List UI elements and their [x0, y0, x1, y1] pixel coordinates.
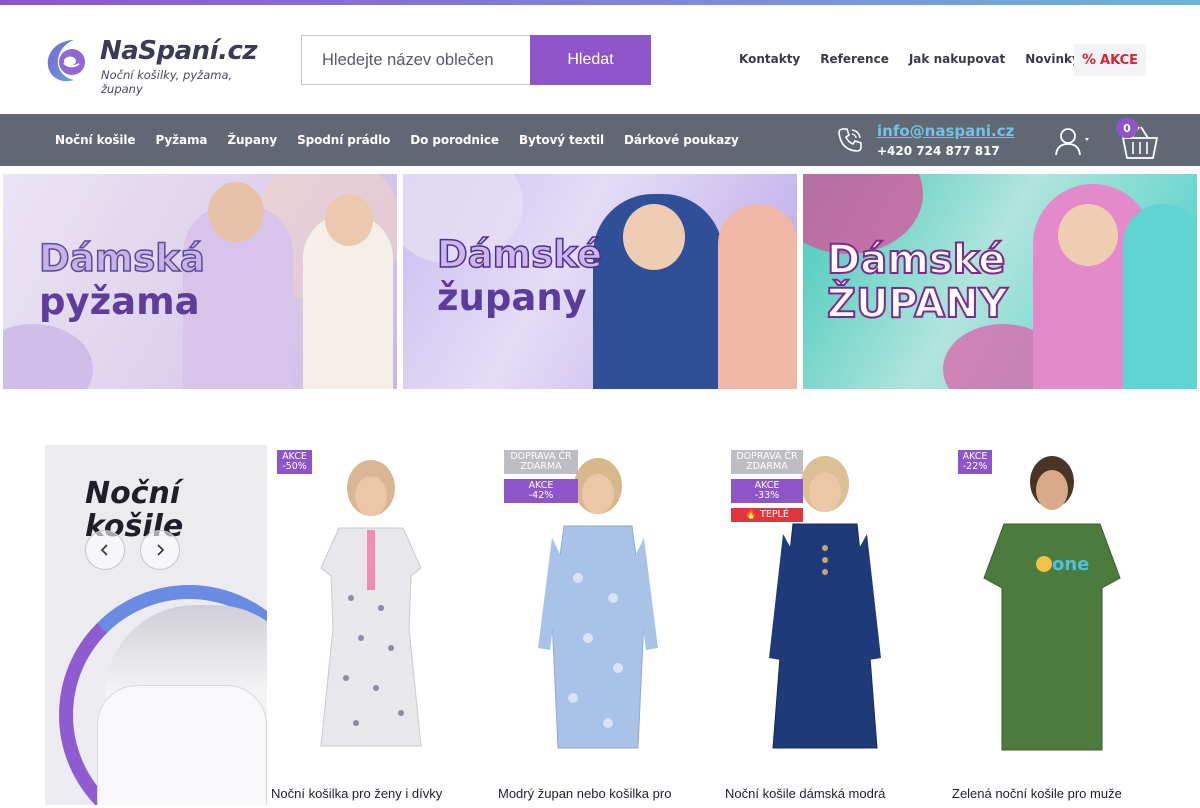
flame-icon: 🔥: [745, 509, 757, 520]
main-navbar: Noční košile Pyžama Župany Spodní prádlo…: [0, 114, 1200, 166]
badge-akce: AKCE -22%: [958, 450, 992, 474]
banner-damske-zupany-2[interactable]: Dámské ŽUPANY: [803, 174, 1197, 389]
banner-title: Dámská pyžama: [38, 237, 205, 323]
badge-doprava-zdarma-label: ZDARMA: [746, 461, 788, 472]
nav-item-nocni-kosile[interactable]: Noční košile: [55, 133, 136, 147]
link-jak-nakupovat[interactable]: Jak nakupovat: [909, 52, 1005, 66]
category-promo-nocni-kosile[interactable]: Noční košile: [45, 445, 267, 805]
badge-akce: AKCE -50%: [277, 450, 312, 474]
link-reference[interactable]: Reference: [820, 52, 889, 66]
cart-count-badge: 0: [1116, 118, 1138, 138]
product-card[interactable]: DOPRAVA ČR ZDARMA AKCE -42% Modrý župan …: [498, 448, 698, 808]
product-name[interactable]: Noční košile dámská modrá: [725, 786, 945, 801]
banner-damske-zupany[interactable]: Dámské župany: [403, 174, 797, 389]
badge-akce-discount: -33%: [754, 490, 780, 501]
product-card[interactable]: AKCE -50% Noční košilka pro ženy i dívky: [271, 448, 471, 808]
banner-title-line2: pyžama: [39, 280, 200, 323]
carousel-next-button[interactable]: [140, 530, 180, 570]
banner-title: Dámské ŽUPANY: [826, 237, 1009, 327]
nav-item-darkove-poukazy[interactable]: Dárkové poukazy: [624, 133, 739, 147]
nav-item-bytovy-textil[interactable]: Bytový textil: [519, 133, 604, 147]
logo[interactable]: NaSpaní.cz Noční košilky, pyžama, župany: [44, 34, 274, 96]
nav-item-do-porodnice[interactable]: Do porodnice: [410, 133, 499, 147]
top-gradient-strip: [0, 0, 1200, 5]
product-image: [271, 448, 471, 753]
promo-shirt-image: [97, 685, 267, 805]
percent-icon: %: [1081, 52, 1097, 68]
promo-title-line1: Noční: [85, 476, 181, 511]
product-image: one: [952, 448, 1152, 753]
carousel-prev-button[interactable]: [85, 530, 125, 570]
badge-doprava-zdarma: DOPRAVA ČR ZDARMA: [504, 450, 578, 474]
badge-doprava-zdarma: DOPRAVA ČR ZDARMA: [731, 450, 803, 474]
product-card[interactable]: one AKCE -22% Zelená noční košile pro mu…: [952, 448, 1152, 808]
product-card[interactable]: DOPRAVA ČR ZDARMA AKCE -33% 🔥 TEPLÉ Nočn…: [725, 448, 925, 808]
banner-title-line1: Dámské: [436, 233, 602, 276]
nav-item-spodni-pradlo[interactable]: Spodní prádlo: [297, 133, 390, 147]
logo-tagline: Noční košilky, pyžama, župany: [101, 68, 233, 96]
banner-title-line2: ŽUPANY: [826, 281, 1009, 327]
product-name[interactable]: Noční košilka pro ženy i dívky: [271, 786, 491, 801]
search-input[interactable]: [302, 36, 531, 84]
nav-item-pyzama[interactable]: Pyžama: [155, 133, 207, 147]
top-links: Kontakty Reference Jak nakupovat Novinky: [739, 52, 1100, 66]
search-field-wrapper: [301, 35, 531, 85]
search-button[interactable]: Hledat: [530, 35, 651, 85]
badge-teple: 🔥 TEPLÉ: [731, 508, 803, 522]
chevron-left-icon: [100, 544, 108, 556]
contact-email-link[interactable]: info@naspani.cz: [877, 122, 1014, 140]
badge-akce: AKCE -42%: [504, 479, 578, 503]
akce-link[interactable]: % AKCE: [1074, 44, 1146, 76]
chevron-right-icon: [157, 544, 165, 556]
phone-icon: [838, 128, 862, 152]
product-name[interactable]: Modrý župan nebo košilka pro: [498, 786, 718, 801]
banner-title: Dámské župany: [436, 233, 602, 319]
banner-title-line1: Dámské: [826, 237, 1006, 283]
badge-doprava-zdarma-label: ZDARMA: [520, 461, 562, 472]
link-kontakty[interactable]: Kontakty: [739, 52, 800, 66]
nav-menu: Noční košile Pyžama Župany Spodní prádlo…: [55, 114, 759, 166]
banner-damska-pyzama[interactable]: Dámská pyžama: [3, 174, 397, 389]
badge-akce: AKCE -33%: [731, 479, 803, 503]
logo-moon-icon: [47, 40, 85, 82]
banner-title-line2: župany: [437, 276, 587, 319]
logo-name: NaSpaní.cz: [100, 36, 258, 66]
link-novinky[interactable]: Novinky: [1025, 52, 1080, 66]
shirt-print-text: one: [1052, 554, 1089, 575]
badge-akce-discount: -42%: [528, 490, 554, 501]
contact-phone: +420 724 877 817: [877, 144, 1000, 158]
banner-title-line1: Dámská: [38, 237, 205, 280]
nav-item-zupany[interactable]: Župany: [227, 133, 277, 147]
product-name[interactable]: Zelená noční košile pro muže: [952, 786, 1172, 801]
user-account-icon[interactable]: [1054, 126, 1096, 156]
akce-label: AKCE: [1100, 52, 1138, 68]
badge-akce-discount: -22%: [962, 461, 988, 472]
badge-akce-discount: -50%: [282, 461, 307, 472]
badge-teple-label: TEPLÉ: [760, 509, 789, 520]
